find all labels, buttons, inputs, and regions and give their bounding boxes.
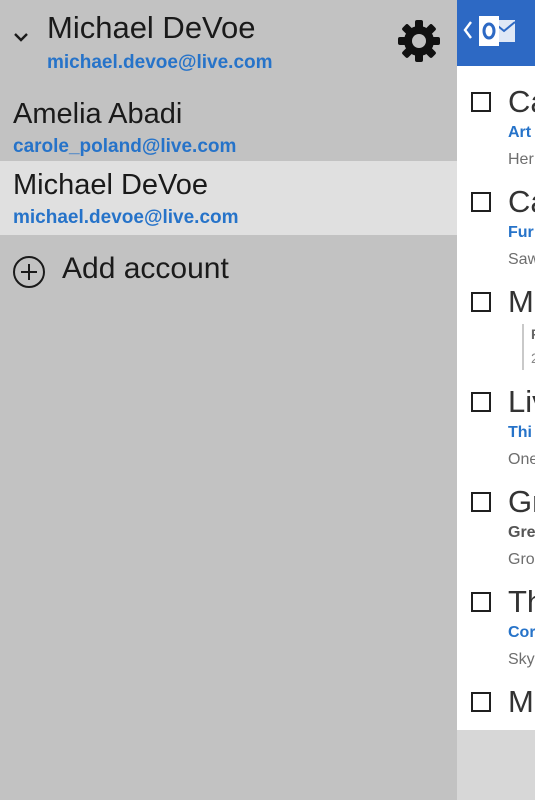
message-subject: Thi [508,424,532,441]
current-account-name: Michael DeVoe [47,10,256,45]
message-sender: Ca [508,184,535,219]
message-sender: Liv [508,384,535,419]
message-checkbox[interactable] [471,292,491,312]
chevron-left-icon[interactable] [463,20,473,40]
chevron-down-icon[interactable] [12,30,30,44]
add-account-label: Add account [62,252,229,285]
message-checkbox[interactable] [471,692,491,712]
app-bar [457,0,535,66]
message-subject: Fur [508,224,534,241]
message-sender: Gr [508,484,535,519]
quote-bar [522,324,524,370]
message-subject: Gre [508,524,535,541]
message-subject: Art [508,124,532,141]
account-name: Amelia Abadi [13,98,183,130]
message-checkbox[interactable] [471,192,491,212]
message-sender: M [508,684,534,719]
account-email: carole_poland@live.com [13,136,237,157]
message-preview: Her [508,151,534,168]
message-checkbox[interactable] [471,392,491,412]
message-quote-detail: 2 [531,350,535,366]
message-checkbox[interactable] [471,492,491,512]
message-preview: Gro [508,551,535,568]
message-subject: Cor [508,624,535,641]
message-sender: Th [508,584,535,619]
mail-panel[interactable]: Ca Art Her Ca Fur Saw M F 2 Liv Thi One [457,0,535,800]
account-item-amelia-abadi[interactable]: Amelia Abadi carole_poland@live.com [0,90,457,164]
add-account-button[interactable]: Add account [0,250,457,294]
message-preview: One [508,451,535,468]
current-account-email: michael.devoe@live.com [47,52,273,73]
account-item-michael-devoe[interactable]: Michael DeVoe michael.devoe@live.com [0,161,457,235]
message-checkbox[interactable] [471,92,491,112]
account-drawer: Michael DeVoe michael.devoe@live.com Ame… [0,0,457,800]
message-preview: Sky [508,651,535,668]
account-email: michael.devoe@live.com [13,207,239,228]
message-list: Ca Art Her Ca Fur Saw M F 2 Liv Thi One [457,66,535,730]
message-checkbox[interactable] [471,592,491,612]
current-account-header[interactable]: Michael DeVoe michael.devoe@live.com [0,0,457,90]
message-sender: M [508,284,534,319]
outlook-logo-icon [479,16,516,46]
account-name: Michael DeVoe [13,169,209,201]
message-preview: Saw [508,251,535,268]
gear-icon[interactable] [396,18,442,64]
message-quote: F [531,326,535,342]
message-sender: Ca [508,84,535,119]
plus-circle-icon [13,256,45,288]
